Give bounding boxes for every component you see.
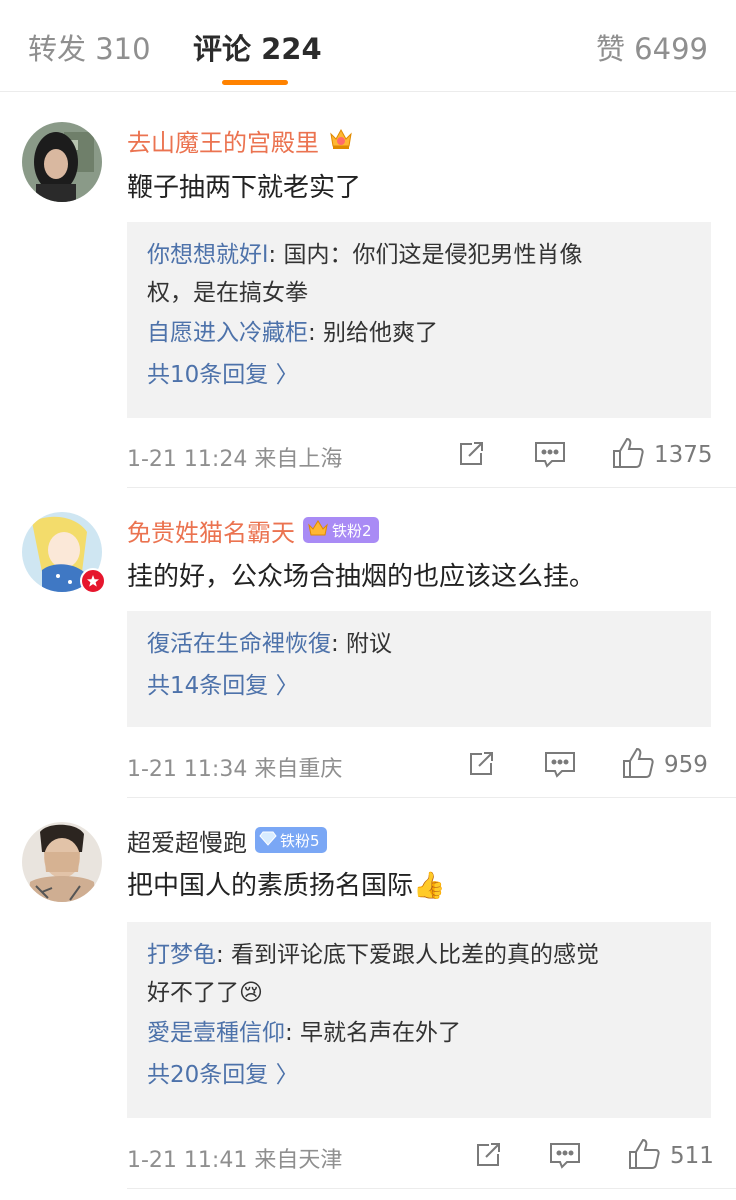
- like-count: 1375: [654, 442, 713, 468]
- share-icon: [472, 1139, 504, 1175]
- reply-item: 你想想就好l: 国内：你们这是侵犯男性肖像 权，是在搞女拳: [147, 236, 691, 312]
- like-count: 511: [670, 1143, 714, 1169]
- username[interactable]: 免贵姓猫名霸天: [127, 513, 295, 548]
- comment-icon: [533, 438, 567, 474]
- comment-header: 去山魔王的宫殿里: [127, 122, 355, 158]
- thumbs-up-icon: [626, 1136, 662, 1176]
- divider: [127, 797, 736, 798]
- comment-meta: 1-21 11:41 来自天津: [127, 1148, 343, 1173]
- username[interactable]: 去山魔王的宫殿里: [127, 123, 319, 158]
- divider: [127, 1188, 736, 1189]
- comment-icon: [548, 1139, 582, 1175]
- tab-repost[interactable]: 转发 310: [28, 26, 151, 68]
- reply-box[interactable]: 你想想就好l: 国内：你们这是侵犯男性肖像 权，是在搞女拳 自愿进入冷藏柜: 别…: [127, 222, 711, 418]
- like-button[interactable]: 1375: [610, 435, 713, 475]
- reply-item: 復活在生命裡恢復: 附议: [147, 625, 691, 663]
- comment-header: 超爱超慢跑 铁粉5: [127, 822, 327, 858]
- reply-username[interactable]: 你想想就好l: [147, 242, 268, 268]
- reply-text: : 国内：你们这是侵犯男性肖像: [268, 242, 583, 268]
- thumbs-up-icon: [610, 435, 646, 475]
- reply-item: 愛是壹種信仰: 早就名声在外了: [147, 1014, 691, 1052]
- reply-button[interactable]: [548, 1139, 582, 1175]
- active-tab-indicator: [222, 80, 288, 85]
- share-icon: [465, 748, 497, 784]
- reply-button[interactable]: [533, 438, 567, 474]
- reply-username[interactable]: 愛是壹種信仰: [147, 1020, 285, 1046]
- reply-text: : 看到评论底下爱跟人比差的真的感觉: [216, 942, 600, 968]
- repost-button[interactable]: [472, 1139, 504, 1175]
- like-button[interactable]: 959: [620, 745, 708, 785]
- fan-level-label: 铁粉5: [280, 831, 320, 850]
- tab-likes[interactable]: 赞 6499: [596, 26, 708, 68]
- comment-meta: 1-21 11:34 来自重庆: [127, 757, 343, 782]
- fan-level-label: 铁粉2: [332, 521, 372, 540]
- reply-box[interactable]: 復活在生命裡恢復: 附议 共14条回复 〉: [127, 611, 711, 727]
- reply-item: 打梦龟: 看到评论底下爱跟人比差的真的感觉 好不了了😢: [147, 936, 691, 1012]
- avatar[interactable]: [22, 122, 102, 202]
- comment-meta: 1-21 11:24 来自上海: [127, 447, 343, 472]
- like-count: 959: [664, 752, 708, 778]
- reply-item: 自愿进入冷藏柜: 别给他爽了: [147, 314, 691, 352]
- reply-button[interactable]: [543, 748, 577, 784]
- username[interactable]: 超爱超慢跑: [127, 823, 247, 858]
- reply-username[interactable]: 復活在生命裡恢復: [147, 631, 331, 657]
- reply-text-continued: 权，是在搞女拳: [147, 280, 308, 306]
- reply-box[interactable]: 打梦龟: 看到评论底下爱跟人比差的真的感觉 好不了了😢 愛是壹種信仰: 早就名声…: [127, 922, 711, 1118]
- diamond-icon: [259, 829, 277, 851]
- share-icon: [455, 438, 487, 474]
- crown-icon: [307, 517, 329, 543]
- avatar[interactable]: [22, 822, 102, 902]
- repost-button[interactable]: [455, 438, 487, 474]
- comment-header: 免贵姓猫名霸天 铁粉2: [127, 512, 379, 548]
- fan-level-badge: 铁粉5: [255, 827, 327, 853]
- crown-badge-icon: [327, 124, 355, 156]
- comment-text: 挂的好，公众场合抽烟的也应该这么挂。: [127, 562, 596, 592]
- view-replies-link[interactable]: 共14条回复 〉: [147, 665, 691, 707]
- like-button[interactable]: 511: [626, 1136, 714, 1176]
- thumbs-up-icon: [620, 745, 656, 785]
- repost-button[interactable]: [465, 748, 497, 784]
- fan-level-badge: 铁粉2: [303, 517, 379, 543]
- comment-icon: [543, 748, 577, 784]
- verified-badge-icon: [80, 568, 106, 594]
- comment-text: 鞭子抽两下就老实了: [127, 173, 362, 203]
- divider: [127, 487, 736, 488]
- view-replies-link[interactable]: 共20条回复 〉: [147, 1054, 691, 1096]
- reply-text: : 别给他爽了: [308, 320, 439, 346]
- comment-tabs: 转发 310 评论 224 赞 6499: [0, 0, 736, 92]
- reply-username[interactable]: 打梦龟: [147, 942, 216, 968]
- reply-text: : 早就名声在外了: [285, 1020, 462, 1046]
- comment-text: 把中国人的素质扬名国际👍: [127, 871, 446, 901]
- tab-comments[interactable]: 评论 224: [193, 26, 322, 68]
- view-replies-link[interactable]: 共10条回复 〉: [147, 354, 691, 396]
- reply-text-continued: 好不了了😢: [147, 980, 263, 1006]
- reply-text: : 附议: [331, 631, 393, 657]
- reply-username[interactable]: 自愿进入冷藏柜: [147, 320, 308, 346]
